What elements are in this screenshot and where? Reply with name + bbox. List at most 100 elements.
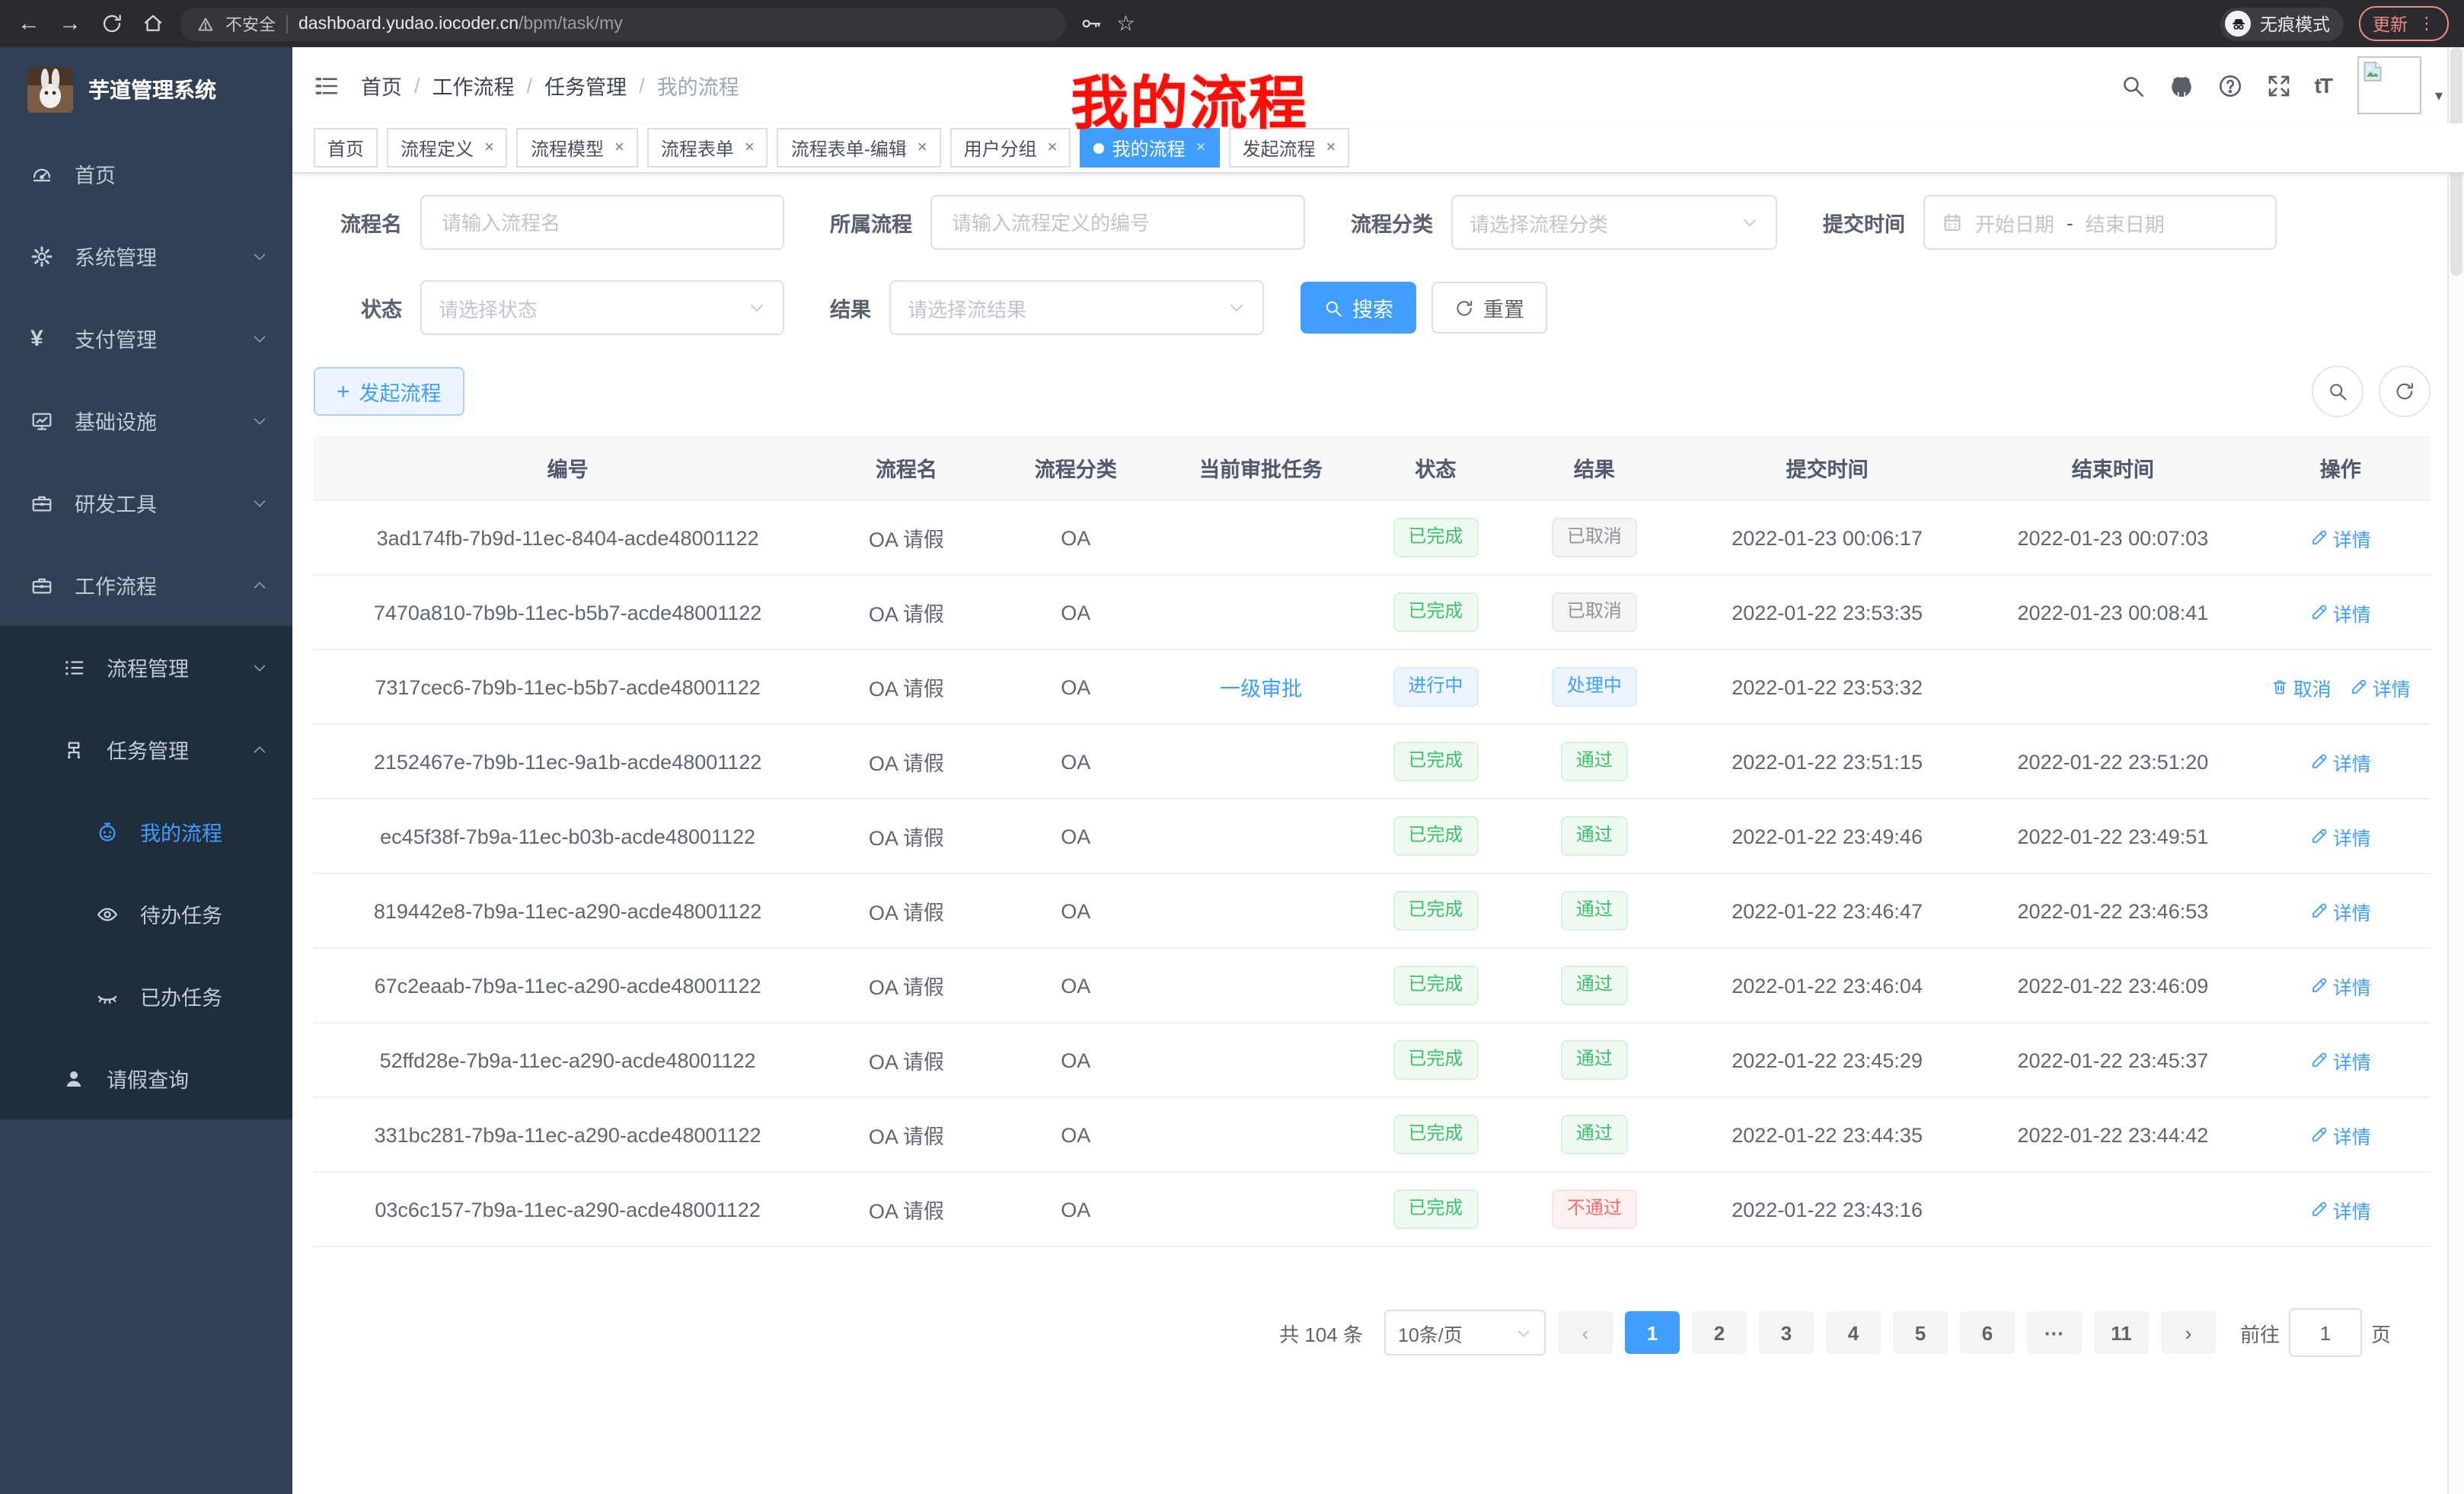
page-button[interactable]: 11 [2094, 1311, 2149, 1354]
page-button[interactable]: 5 [1893, 1311, 1948, 1354]
breadcrumb-item[interactable]: 任务管理 [544, 70, 627, 101]
detail-link[interactable]: 详情 [2310, 896, 2371, 925]
address-bar[interactable]: 不安全 dashboard.yudao.iocoder.cn/bpm/task/… [180, 7, 1066, 40]
forward-button[interactable]: → [56, 10, 84, 37]
sidebar-item[interactable]: 任务管理 [0, 708, 292, 790]
detail-link[interactable]: 详情 [2310, 1120, 2371, 1149]
tab-close-icon[interactable]: × [484, 139, 494, 157]
sidebar-item-label: 支付管理 [75, 323, 157, 353]
sidebar-item[interactable]: ¥支付管理 [0, 297, 292, 379]
sidebar-item[interactable]: 请假查询 [0, 1037, 292, 1119]
process-name-input[interactable] [420, 195, 784, 250]
sidebar-item[interactable]: 已办任务 [0, 955, 292, 1037]
result-badge: 处理中 [1552, 667, 1637, 707]
sidebar-item[interactable]: 基础设施 [0, 379, 292, 461]
detail-link[interactable]: 详情 [2350, 672, 2411, 701]
submit-time-range-picker[interactable]: 开始日期 - 结束日期 [1923, 195, 2277, 250]
next-page-button[interactable]: › [2161, 1311, 2216, 1354]
sidebar-item-label: 基础设施 [75, 405, 157, 436]
font-size-icon[interactable]: tT [2315, 73, 2332, 97]
browser-menu-icon[interactable]: ⋮ [2418, 14, 2435, 34]
avatar-caret-icon[interactable]: ▾ [2435, 88, 2443, 114]
cell-actions: 详情 [2251, 799, 2430, 873]
sidebar-collapse-icon[interactable] [314, 72, 340, 98]
cell-task [1160, 1097, 1361, 1172]
key-icon[interactable] [1080, 12, 1103, 35]
page-size-select[interactable]: 10条/页 [1384, 1310, 1546, 1355]
sidebar-item[interactable]: 首页 [0, 132, 292, 215]
tab-item[interactable]: 流程模型 × [517, 128, 638, 168]
task-mgmt-icon [62, 738, 85, 761]
tab-close-icon[interactable]: × [1326, 139, 1336, 157]
detail-link[interactable]: 详情 [2310, 1195, 2371, 1224]
current-task-link[interactable]: 一级审批 [1220, 678, 1302, 701]
search-icon[interactable] [2120, 72, 2146, 98]
tab-item[interactable]: 流程表单× [647, 128, 768, 168]
cell-task: 一级审批 [1160, 650, 1361, 724]
browser-update-button[interactable]: 更新 ⋮ [2359, 6, 2449, 41]
breadcrumb-item[interactable]: 工作流程 [432, 70, 515, 101]
tab-close-icon[interactable]: × [918, 139, 927, 157]
search-button[interactable]: 搜索 [1301, 282, 1416, 334]
page-button[interactable]: 4 [1826, 1311, 1881, 1354]
detail-link[interactable]: 详情 [2310, 598, 2371, 627]
tab-label: 流程模型 [531, 135, 604, 161]
bookmark-star-icon[interactable]: ☆ [1116, 11, 1135, 37]
cell-actions: 详情 [2251, 724, 2430, 799]
cancel-link[interactable]: 取消 [2271, 672, 2332, 701]
back-button[interactable]: ← [15, 10, 43, 37]
breadcrumb: 首页/工作流程/任务管理/我的流程 [361, 70, 739, 101]
result-select[interactable]: 请选择流结果 [889, 280, 1264, 335]
tab-close-icon[interactable]: × [614, 139, 624, 157]
detail-link[interactable]: 详情 [2310, 747, 2371, 776]
page-button[interactable]: 2 [1692, 1311, 1747, 1354]
sidebar-item[interactable]: 待办任务 [0, 873, 292, 955]
help-icon[interactable] [2217, 72, 2243, 98]
goto-page-input[interactable] [2289, 1308, 2362, 1357]
page-button[interactable]: 1 [1625, 1311, 1680, 1354]
detail-link[interactable]: 详情 [2310, 1045, 2371, 1074]
reset-button[interactable]: 重置 [1431, 282, 1547, 334]
page-button[interactable]: 3 [1759, 1311, 1814, 1354]
sidebar-item[interactable]: 工作流程 [0, 544, 292, 626]
sidebar-item-label: 已办任务 [140, 981, 222, 1011]
pagination: 共 104 条 10条/页 ‹ 123456···11 › 前往 页 [314, 1308, 2430, 1357]
window-scrollbar[interactable] [2447, 47, 2464, 1494]
avatar[interactable] [2357, 56, 2421, 114]
cell-end-time: 2022-01-23 00:07:03 [1975, 500, 2250, 575]
refresh-table-button[interactable] [2379, 366, 2430, 417]
tab-close-icon[interactable]: × [1196, 139, 1206, 157]
tab-item[interactable]: 首页 [314, 128, 378, 168]
process-key-input[interactable] [930, 195, 1305, 250]
sidebar-item-label: 任务管理 [107, 734, 189, 765]
detail-link[interactable]: 详情 [2310, 523, 2371, 552]
toggle-search-button[interactable] [2312, 366, 2363, 417]
sidebar-item[interactable]: 流程管理 [0, 626, 292, 708]
create-process-button[interactable]: + 发起流程 [314, 367, 464, 416]
status-select[interactable]: 请选择状态 [420, 280, 784, 335]
detail-link[interactable]: 详情 [2310, 971, 2371, 1000]
sidebar-item[interactable]: 我的流程 [0, 790, 292, 873]
github-icon[interactable] [2169, 72, 2194, 98]
breadcrumb-item[interactable]: 首页 [361, 70, 402, 101]
refresh-icon [2394, 381, 2415, 402]
fullscreen-icon[interactable] [2266, 72, 2292, 98]
sidebar-item[interactable]: 系统管理 [0, 215, 292, 297]
tab-close-icon[interactable]: × [745, 139, 755, 157]
home-button[interactable] [139, 10, 166, 37]
tab-label: 流程表单-编辑 [791, 135, 907, 161]
reload-button[interactable] [97, 10, 125, 37]
cell-status: 已完成 [1361, 500, 1510, 575]
page-button[interactable]: 6 [1960, 1311, 2015, 1354]
tab-item[interactable]: 流程表单-编辑 × [777, 128, 941, 168]
sidebar-item[interactable]: 研发工具 [0, 461, 292, 544]
category-select[interactable]: 请选择流程分类 [1451, 195, 1777, 250]
page-ellipsis[interactable]: ··· [2027, 1311, 2082, 1354]
cell-end-time [1975, 1172, 2250, 1247]
prev-page-button[interactable]: ‹ [1558, 1311, 1613, 1354]
tab-item[interactable]: 用户分组× [950, 128, 1071, 168]
detail-link[interactable]: 详情 [2310, 822, 2371, 851]
cell-category: OA [991, 1097, 1160, 1172]
tab-item[interactable]: 流程定义× [387, 128, 508, 168]
tab-close-icon[interactable]: × [1048, 139, 1058, 157]
